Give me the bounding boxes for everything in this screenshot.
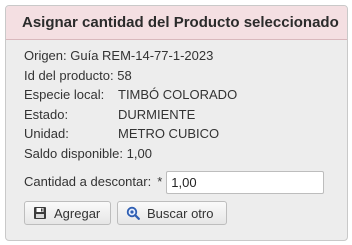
especie-label: Especie local:: [24, 87, 105, 102]
unidad-row: Unidad: METRO CUBICO: [24, 124, 347, 144]
panel-title: Asignar cantidad del Producto selecciona…: [22, 14, 339, 31]
cantidad-label: Cantidad a descontar:: [24, 174, 152, 189]
cantidad-row: Cantidad a descontar: *: [24, 169, 347, 195]
panel-header: Asignar cantidad del Producto selecciona…: [6, 6, 347, 40]
required-mark: *: [157, 174, 163, 189]
assign-quantity-panel: Asignar cantidad del Producto selecciona…: [5, 5, 348, 241]
product-id-row: Id del producto: 58: [24, 67, 132, 83]
agregar-button[interactable]: Agregar: [24, 201, 111, 225]
unidad-label: Unidad:: [24, 126, 69, 141]
panel-body: Origen: Guía REM-14-77-1-2023 Id del pro…: [6, 40, 347, 225]
estado-label: Estado:: [24, 106, 69, 122]
buscar-otro-button[interactable]: Buscar otro: [117, 201, 227, 225]
button-row: Agregar Buscar otro: [24, 201, 347, 225]
cantidad-input[interactable]: [166, 170, 325, 194]
agregar-label: Agregar: [54, 205, 101, 221]
magnifier-icon: [126, 206, 140, 220]
estado-row: Estado: DURMIENTE: [24, 105, 347, 125]
buscar-otro-label: Buscar otro: [147, 205, 214, 221]
unidad-value: METRO CUBICO: [118, 126, 220, 141]
especie-value: TIMBÓ COLORADO: [118, 87, 238, 102]
floppy-disk-icon: [33, 206, 47, 220]
saldo-row: Saldo disponible: 1,00: [24, 145, 152, 161]
especie-row: Especie local: TIMBÓ COLORADO: [24, 85, 347, 105]
origen-row: Origen: Guía REM-14-77-1-2023: [24, 48, 214, 63]
estado-value: DURMIENTE: [118, 106, 196, 122]
